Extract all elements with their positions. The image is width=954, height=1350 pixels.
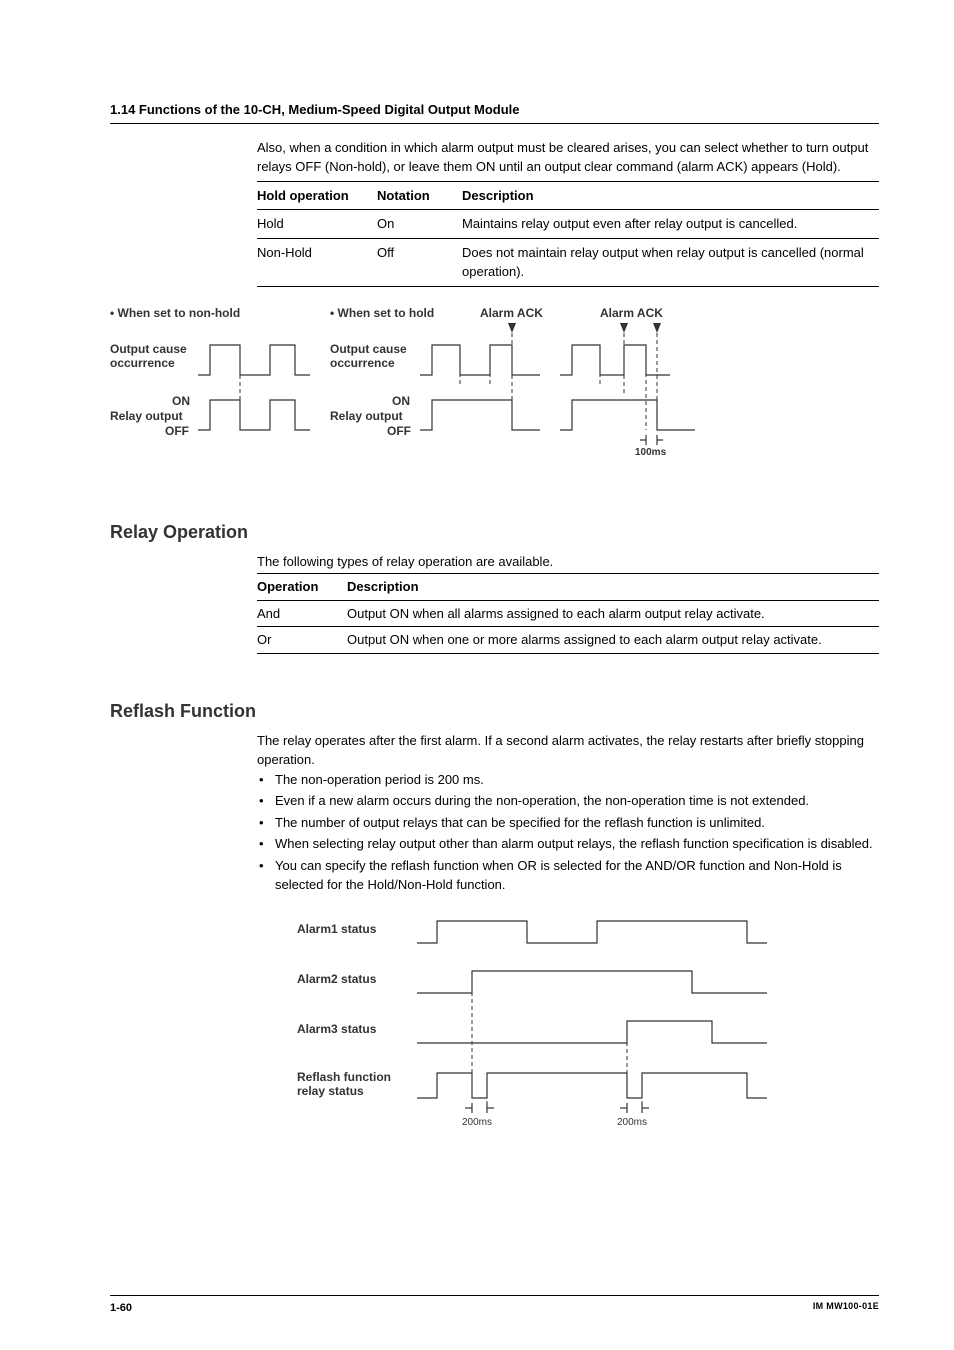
table-row: Hold On Maintains relay output even afte…	[257, 210, 879, 239]
output-cause-label2: occurrence	[110, 356, 175, 370]
table-row: And Output ON when all alarms assigned t…	[257, 600, 879, 627]
section-header: 1.14 Functions of the 10-CH, Medium-Spee…	[110, 100, 879, 124]
reflash-fn-label1: Reflash function	[297, 1070, 391, 1084]
cell-hold: Hold	[257, 210, 377, 239]
list-item: You can specify the reflash function whe…	[257, 856, 879, 895]
section-title: 1.14 Functions of the 10-CH, Medium-Spee…	[110, 102, 520, 117]
list-item: The number of output relays that can be …	[257, 813, 879, 833]
off-label: OFF	[165, 424, 189, 438]
100ms-label: 100ms	[635, 447, 667, 458]
cell-desc: Does not maintain relay output when rela…	[462, 238, 879, 286]
hold-timing-diagram: • When set to non-hold • When set to hol…	[110, 305, 730, 475]
list-item: Even if a new alarm occurs during the no…	[257, 791, 879, 811]
list-item: The non-operation period is 200 ms.	[257, 770, 879, 790]
down-arrow-icon	[653, 323, 661, 333]
cell-desc: Maintains relay output even after relay …	[462, 210, 879, 239]
cell-on: On	[377, 210, 462, 239]
cell-desc: Output ON when all alarms assigned to ea…	[347, 600, 879, 627]
hold-operation-table: Hold operation Notation Description Hold…	[257, 181, 879, 287]
relay-op-intro: The following types of relay operation a…	[257, 552, 879, 572]
alarm3-label: Alarm3 status	[297, 1022, 377, 1036]
nonhold-title: • When set to non-hold	[110, 306, 240, 320]
alarm-ack-label: Alarm ACK	[600, 306, 663, 320]
down-arrow-icon	[508, 323, 516, 333]
reflash-intro: The relay operates after the first alarm…	[257, 731, 879, 770]
list-item: When selecting relay output other than a…	[257, 834, 879, 854]
page-footer: 1-60 IM MW100-01E	[110, 1295, 879, 1317]
doc-id: IM MW100-01E	[813, 1300, 879, 1317]
cell-or: Or	[257, 627, 347, 654]
relay-output-label: Relay output	[110, 409, 183, 423]
on-label: ON	[172, 394, 190, 408]
alarm2-label: Alarm2 status	[297, 972, 377, 986]
200ms-label: 200ms	[462, 1117, 492, 1128]
th-description: Description	[347, 574, 879, 601]
off-label: OFF	[387, 424, 411, 438]
th-notation: Notation	[377, 181, 462, 210]
relay-operation-table: Operation Description And Output ON when…	[257, 573, 879, 654]
th-description: Description	[462, 181, 879, 210]
alarm-ack-label: Alarm ACK	[480, 306, 543, 320]
reflash-fn-label2: relay status	[297, 1084, 364, 1098]
200ms-label: 200ms	[617, 1117, 647, 1128]
page-number: 1-60	[110, 1300, 132, 1317]
cell-and: And	[257, 600, 347, 627]
alarm1-label: Alarm1 status	[297, 922, 377, 936]
output-cause-label: Output cause	[110, 342, 187, 356]
reflash-bullet-list: The non-operation period is 200 ms. Even…	[257, 770, 879, 895]
intro-para: Also, when a condition in which alarm ou…	[257, 138, 879, 177]
table-header-row: Operation Description	[257, 574, 879, 601]
reflash-timing-diagram: Alarm1 status Alarm2 status Alarm3 statu…	[297, 913, 817, 1143]
relay-operation-heading: Relay Operation	[110, 519, 879, 546]
on-label: ON	[392, 394, 410, 408]
table-row: Or Output ON when one or more alarms ass…	[257, 627, 879, 654]
table-header-row: Hold operation Notation Description	[257, 181, 879, 210]
th-hold-operation: Hold operation	[257, 181, 377, 210]
cell-nonhold: Non-Hold	[257, 238, 377, 286]
cell-off: Off	[377, 238, 462, 286]
cell-desc: Output ON when one or more alarms assign…	[347, 627, 879, 654]
relay-output-label: Relay output	[330, 409, 403, 423]
table-row: Non-Hold Off Does not maintain relay out…	[257, 238, 879, 286]
hold-title: • When set to hold	[330, 306, 434, 320]
output-cause-label2: occurrence	[330, 356, 395, 370]
output-cause-label: Output cause	[330, 342, 407, 356]
reflash-heading: Reflash Function	[110, 698, 879, 725]
th-operation: Operation	[257, 574, 347, 601]
down-arrow-icon	[620, 323, 628, 333]
